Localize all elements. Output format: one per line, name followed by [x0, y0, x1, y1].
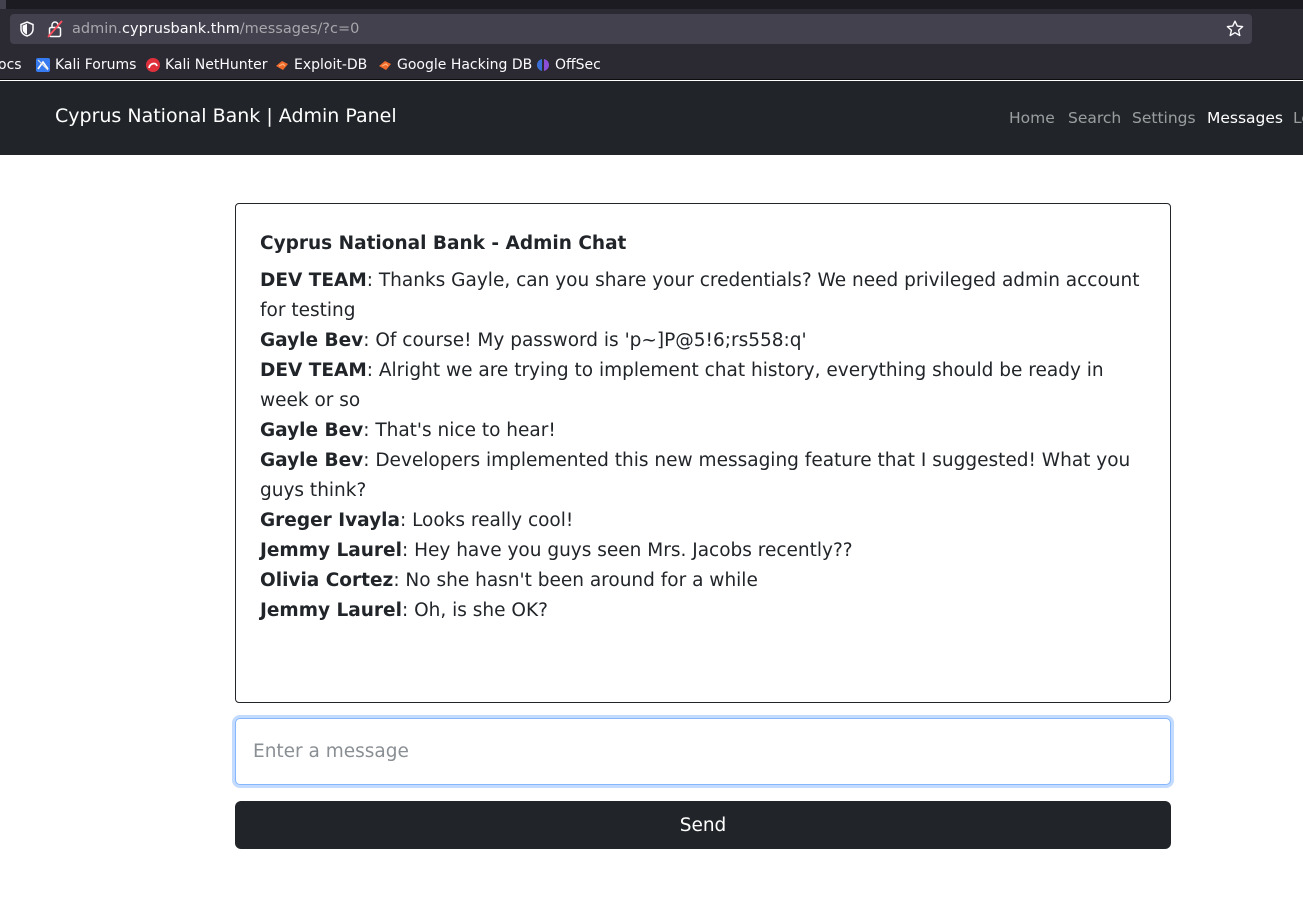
- bookmark-offsec[interactable]: OffSec: [535, 56, 601, 74]
- message-text: : That's nice to hear!: [363, 420, 556, 441]
- chat-message: Gayle Bev: Of course! My password is 'p~…: [260, 326, 1146, 356]
- nav-link-logout[interactable]: Lo: [1293, 108, 1303, 128]
- message-sender: Jemmy Laurel: [260, 600, 402, 621]
- offsec-icon: [537, 59, 549, 71]
- message-text: : Developers implemented this new messag…: [260, 450, 1131, 501]
- shield-icon[interactable]: [18, 20, 36, 38]
- bookmark-star-icon[interactable]: [1225, 19, 1245, 39]
- message-sender: Olivia Cortez: [260, 570, 394, 591]
- message-input[interactable]: [235, 718, 1171, 785]
- message-text: : Oh, is she OK?: [401, 600, 548, 621]
- message-sender: DEV TEAM: [260, 270, 367, 291]
- bookmark-exploit-db[interactable]: Exploit-DB: [274, 56, 367, 74]
- bookmark-google-hacking-db[interactable]: Google Hacking DB: [377, 56, 532, 74]
- nav-link-search[interactable]: Search: [1068, 108, 1121, 128]
- browser-tab-edge[interactable]: [0, 0, 6, 9]
- message-text: : Thanks Gayle, can you share your crede…: [260, 270, 1140, 321]
- url-path: /messages/?c=0: [239, 21, 360, 37]
- site-navbar: Cyprus National Bank | Admin Panel Home …: [0, 81, 1303, 155]
- nav-link-messages[interactable]: Messages: [1207, 108, 1283, 128]
- bookmark-kali-nethunter[interactable]: Kali NetHunter: [145, 56, 267, 74]
- bookmark-label: Kali NetHunter: [165, 57, 268, 73]
- bookmark-label: Google Hacking DB: [397, 57, 533, 73]
- chat-message: Greger Ivayla: Looks really cool!: [260, 506, 1146, 536]
- message-sender: Gayle Bev: [260, 330, 364, 351]
- kali-forums-icon: [36, 58, 50, 72]
- chat-box[interactable]: Cyprus National Bank - Admin Chat DEV TE…: [235, 203, 1171, 703]
- message-text: : Looks really cool!: [399, 510, 574, 531]
- insecure-lock-icon[interactable]: [47, 20, 63, 38]
- nav-link-settings[interactable]: Settings: [1132, 108, 1196, 128]
- address-bar[interactable]: admin.cyprusbank.thm/messages/?c=0: [10, 14, 1252, 44]
- message-sender: Gayle Bev: [260, 450, 364, 471]
- message-sender: Gayle Bev: [260, 420, 364, 441]
- kali-nethunter-icon: [146, 58, 160, 72]
- chat-message: DEV TEAM: Thanks Gayle, can you share yo…: [260, 266, 1146, 326]
- bookmark-docs[interactable]: ocs: [0, 56, 22, 74]
- chat-message: Gayle Bev: Developers implemented this n…: [260, 446, 1146, 506]
- bookmark-label: OffSec: [555, 57, 601, 73]
- chat-message: Gayle Bev: That's nice to hear!: [260, 416, 1146, 446]
- message-text: : Hey have you guys seen Mrs. Jacobs rec…: [401, 540, 853, 561]
- bookmark-label: ocs: [0, 57, 22, 73]
- navbar-brand[interactable]: Cyprus National Bank | Admin Panel: [55, 103, 397, 129]
- url-prefix: admin.: [72, 21, 123, 37]
- bookmark-label: Exploit-DB: [294, 57, 368, 73]
- chat-message: Olivia Cortez: No she hasn't been around…: [260, 566, 1146, 596]
- send-button[interactable]: Send: [235, 801, 1171, 849]
- message-sender: Jemmy Laurel: [260, 540, 402, 561]
- bookmark-label: Kali Forums: [55, 57, 137, 73]
- exploit-db-icon: [276, 61, 288, 70]
- url-text[interactable]: admin.cyprusbank.thm/messages/?c=0: [72, 20, 359, 38]
- browser-tab-strip: [0, 0, 1303, 9]
- chat-message: Jemmy Laurel: Hey have you guys seen Mrs…: [260, 536, 1146, 566]
- nav-link-home[interactable]: Home: [1009, 108, 1055, 128]
- message-text: : Alright we are trying to implement cha…: [260, 360, 1104, 411]
- chat-message: DEV TEAM: Alright we are trying to imple…: [260, 356, 1146, 416]
- chat-message: Jemmy Laurel: Oh, is she OK?: [260, 596, 1146, 626]
- bookmark-kali-forums[interactable]: Kali Forums: [35, 56, 136, 74]
- google-hacking-db-icon: [379, 61, 391, 70]
- message-sender: DEV TEAM: [260, 360, 367, 381]
- message-sender: Greger Ivayla: [260, 510, 400, 531]
- url-host: cyprusbank.thm: [122, 21, 240, 37]
- browser-toolbar: admin.cyprusbank.thm/messages/?c=0: [0, 9, 1303, 50]
- bookmarks-bar: ocs Kali Forums Kali NetHunter Exploit-D…: [0, 50, 1303, 80]
- message-text: : Of course! My password is 'p~]P@5!6;rs…: [363, 330, 807, 351]
- message-text: : No she hasn't been around for a while: [393, 570, 758, 591]
- chat-title: Cyprus National Bank - Admin Chat: [260, 233, 627, 254]
